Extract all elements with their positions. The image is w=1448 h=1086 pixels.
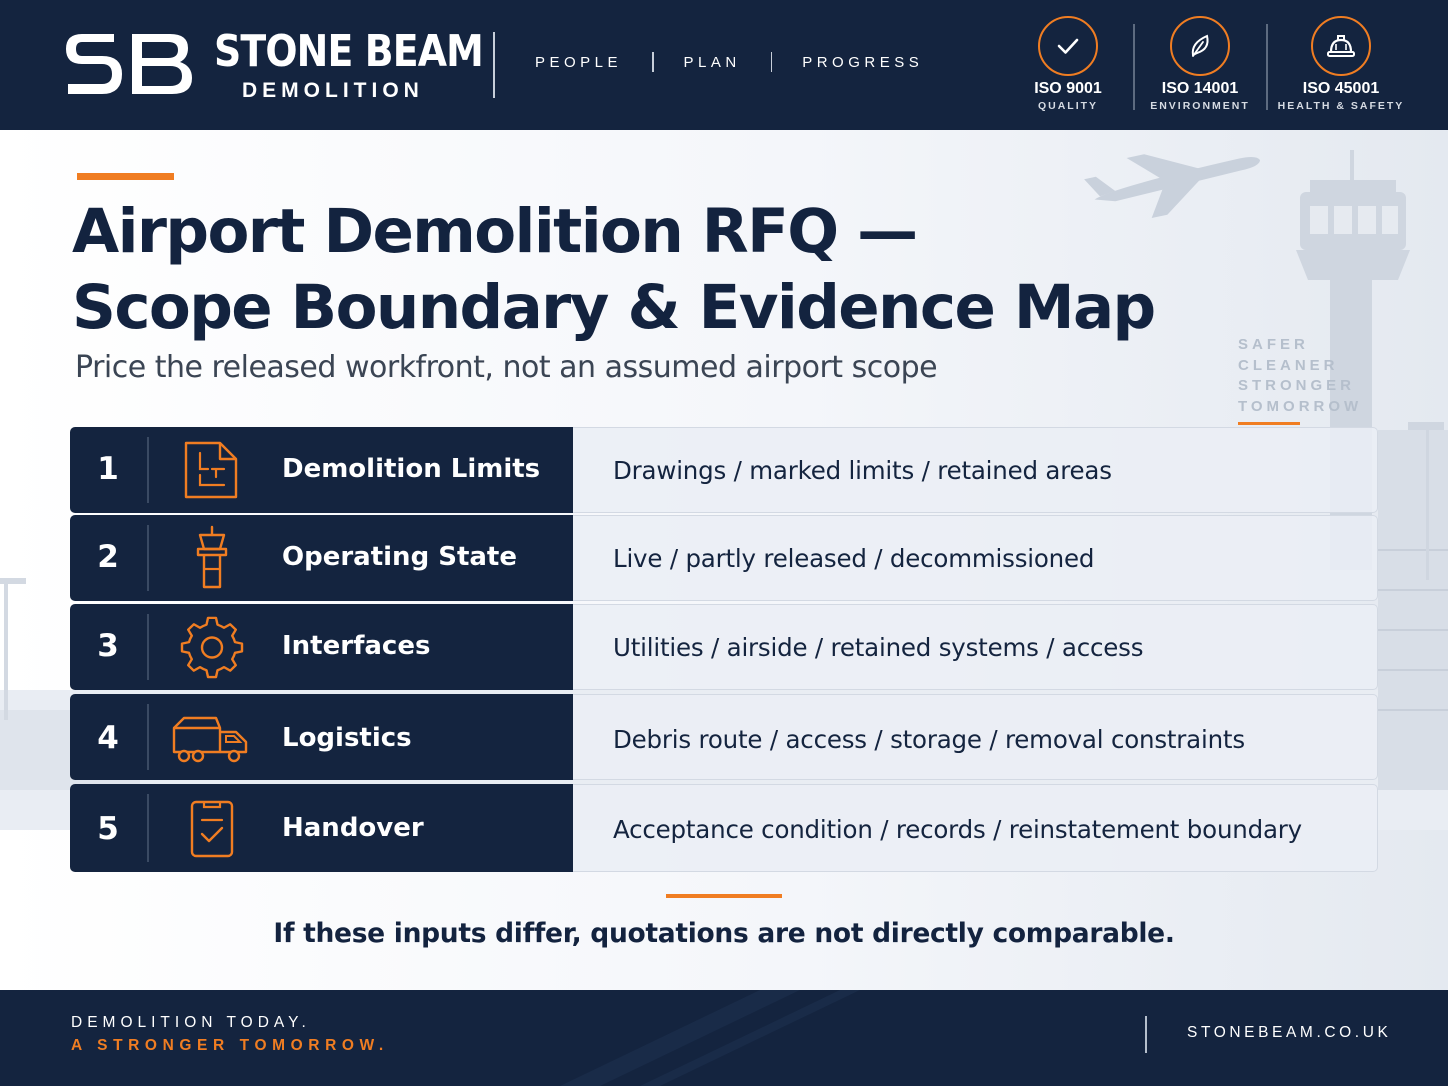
cert-code: ISO 45001 — [1302, 80, 1380, 97]
tagline-separator — [770, 52, 773, 72]
row-number: 4 — [97, 720, 119, 756]
tagline-progress: PROGRESS — [802, 53, 924, 71]
row-description: Live / partly released / decommissioned — [613, 544, 1095, 573]
row-label: Operating State — [282, 542, 517, 572]
tagline-plan: PLAN — [683, 53, 741, 71]
header: STONE BEAM DEMOLITION PEOPLE PLAN PROGRE… — [0, 0, 1448, 130]
row-description: Utilities / airside / retained systems /… — [613, 633, 1144, 662]
truck-icon — [172, 716, 248, 763]
website-link[interactable]: STONEBEAM.CO.UK — [1187, 1024, 1391, 1042]
cert-label: HEALTH & SAFETY — [1277, 100, 1405, 112]
title-accent-bar — [77, 173, 174, 180]
row-description: Acceptance condition / records / reinsta… — [613, 815, 1302, 844]
motto-accent-bar — [1238, 422, 1300, 425]
row-right-panel: Acceptance condition / records / reinsta… — [573, 784, 1378, 872]
motto: SAFER CLEANER STRONGER TOMORROW — [1238, 335, 1362, 417]
row-left-panel: 4 Logistics — [70, 694, 573, 780]
footer-slogan-line-2: A STRONGER TOMORROW. — [71, 1037, 389, 1054]
scope-row-logistics: 4 Logistics Debris route / access / stor… — [70, 694, 1378, 780]
row-left-panel: 3 Interfaces — [70, 604, 573, 690]
row-number: 1 — [97, 451, 119, 487]
cert-label: QUALITY — [1037, 100, 1099, 112]
motto-line: STRONGER — [1238, 377, 1356, 394]
cert-code: ISO 14001 — [1161, 80, 1239, 97]
row-right-panel: Debris route / access / storage / remova… — [573, 694, 1378, 780]
row-number: 2 — [97, 539, 119, 575]
row-divider — [147, 437, 149, 503]
row-number: 5 — [97, 811, 119, 847]
scope-row-operating-state: 2 Operating State Live / partly released… — [70, 515, 1378, 601]
brand-name: STONE BEAM — [214, 26, 484, 77]
row-label: Logistics — [282, 723, 412, 753]
row-divider — [147, 525, 149, 591]
row-right-panel: Utilities / airside / retained systems /… — [573, 604, 1378, 690]
scope-row-interfaces: 3 Interfaces Utilities / airside / retai… — [70, 604, 1378, 690]
footer-divider — [1145, 1016, 1147, 1053]
motto-line: SAFER — [1238, 336, 1309, 353]
row-label: Demolition Limits — [282, 454, 541, 484]
cert-divider — [1266, 24, 1268, 110]
tagline-separator — [652, 52, 654, 72]
scope-row-handover: 5 Handover Acceptance condition / record… — [70, 784, 1378, 872]
footer-slogan-line-1: DEMOLITION TODAY. — [71, 1014, 311, 1031]
leaf-icon — [1170, 16, 1230, 76]
checklist-icon — [190, 800, 234, 858]
row-right-panel: Drawings / marked limits / retained area… — [573, 427, 1378, 513]
title-line-2: Scope Boundary & Evidence Map — [72, 272, 1156, 343]
control-tower-icon — [196, 525, 228, 589]
tagline-people: PEOPLE — [535, 53, 623, 71]
row-left-panel: 2 Operating State — [70, 515, 573, 601]
motto-line: CLEANER — [1238, 356, 1339, 374]
row-description: Drawings / marked limits / retained area… — [613, 456, 1112, 485]
page-subtitle: Price the released workfront, not an ass… — [75, 350, 938, 385]
row-divider — [147, 704, 149, 770]
row-right-panel: Live / partly released / decommissioned — [573, 515, 1378, 601]
hard-hat-icon — [1311, 16, 1371, 76]
row-left-panel: 1 Demolition Limits — [70, 427, 573, 513]
header-divider — [493, 32, 495, 98]
row-left-panel: 5 Handover — [70, 784, 573, 872]
cert-iso-14001: ISO 14001 ENVIRONMENT — [1130, 16, 1270, 120]
cert-iso-9001: ISO 9001 QUALITY — [998, 16, 1138, 120]
cert-iso-45001: ISO 45001 HEALTH & SAFETY — [1271, 16, 1411, 120]
motto-line: TOMORROW — [1238, 397, 1363, 415]
row-label: Handover — [282, 813, 424, 843]
row-divider — [147, 614, 149, 680]
footer: DEMOLITION TODAY. A STRONGER TOMORROW. S… — [0, 990, 1448, 1086]
row-description: Debris route / access / storage / remova… — [613, 725, 1245, 754]
row-number: 3 — [97, 628, 119, 664]
checkmark-icon — [1038, 16, 1098, 76]
tagline: PEOPLE PLAN PROGRESS — [535, 52, 923, 72]
conclusion-accent-bar — [666, 894, 782, 898]
gear-icon — [180, 616, 244, 679]
cert-code: ISO 9001 — [1034, 80, 1102, 97]
conclusion-statement: If these inputs differ, quotations are n… — [273, 918, 1175, 949]
page-title: Airport Demolition RFQ — Scope Boundary … — [72, 194, 1232, 346]
logo-mark — [66, 34, 192, 94]
row-label: Interfaces — [282, 631, 431, 661]
scope-row-demolition-limits: 1 Demolition Limits Drawings / marked li… — [70, 427, 1378, 513]
title-line-1: Airport Demolition RFQ — — [72, 196, 918, 267]
cert-label: ENVIRONMENT — [1150, 100, 1250, 112]
row-divider — [147, 794, 149, 862]
brand-subtitle: DEMOLITION — [242, 79, 424, 102]
floor-plan-icon — [184, 441, 238, 499]
